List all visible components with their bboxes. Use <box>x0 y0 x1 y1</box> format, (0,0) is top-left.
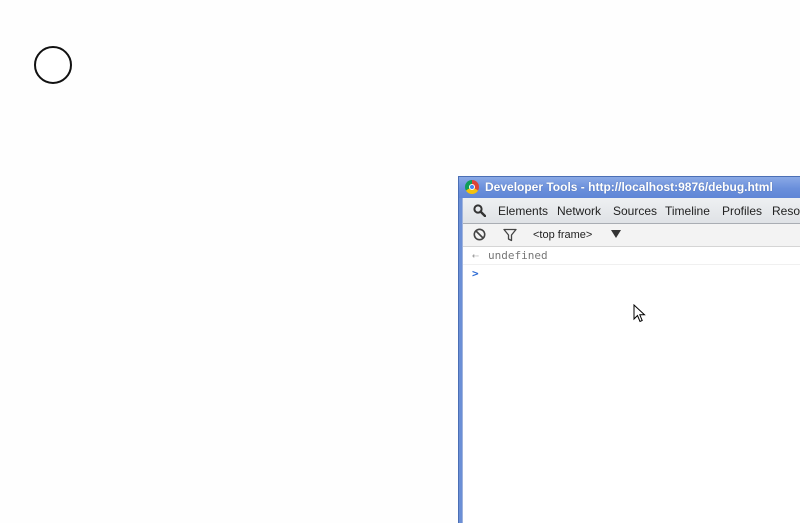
devtools-titlebar[interactable]: Developer Tools - http://localhost:9876/… <box>459 177 800 198</box>
search-icon[interactable] <box>473 204 486 217</box>
circle-shape <box>34 46 72 84</box>
tab-elements[interactable]: Elements <box>498 198 548 223</box>
console-output[interactable]: ⇠ undefined > <box>463 247 800 523</box>
tab-sources[interactable]: Sources <box>613 198 657 223</box>
chevron-down-icon[interactable] <box>611 230 621 238</box>
devtools-window: Developer Tools - http://localhost:9876/… <box>458 176 800 523</box>
frame-selector[interactable]: <top frame> <box>533 224 592 246</box>
console-entry: ⇠ undefined <box>463 247 800 265</box>
tab-profiles[interactable]: Profiles <box>722 198 762 223</box>
tab-resources[interactable]: Resou <box>772 198 800 223</box>
console-toolbar: <top frame> <box>463 224 800 247</box>
devtools-client-area: Elements Network Sources Timeline Profil… <box>462 198 800 523</box>
clear-console-icon[interactable] <box>473 228 486 241</box>
result-arrow-icon: ⇠ <box>472 249 479 262</box>
prompt-icon: > <box>472 267 479 280</box>
tab-timeline[interactable]: Timeline <box>665 198 710 223</box>
devtools-toolbar: Elements Network Sources Timeline Profil… <box>463 198 800 224</box>
page: Developer Tools - http://localhost:9876/… <box>0 0 800 523</box>
chrome-logo-icon <box>465 180 479 194</box>
console-prompt[interactable]: > <box>463 265 800 282</box>
console-result-value: undefined <box>488 249 548 262</box>
mouse-cursor-icon <box>633 304 646 323</box>
filter-icon[interactable] <box>503 228 517 242</box>
tab-network[interactable]: Network <box>557 198 601 223</box>
window-title: Developer Tools - http://localhost:9876/… <box>485 180 773 194</box>
